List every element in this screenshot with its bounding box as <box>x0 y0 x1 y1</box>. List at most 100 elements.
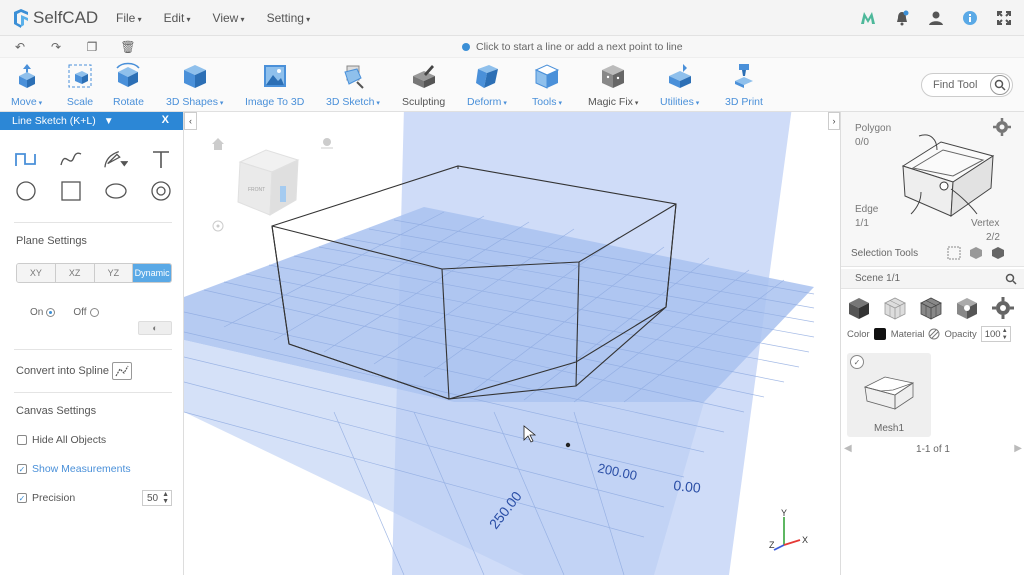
ring-icon[interactable] <box>149 180 173 202</box>
xray-view-icon[interactable] <box>955 296 979 320</box>
info-icon[interactable] <box>960 8 980 28</box>
collapse-right-panel-button[interactable]: › <box>828 112 840 130</box>
bezier-pen-icon[interactable] <box>104 148 128 170</box>
material-label: Material <box>890 328 925 340</box>
canvas-settings-heading: Canvas Settings <box>16 405 97 417</box>
check-icon[interactable]: ✓ <box>850 355 864 369</box>
object-select-icon[interactable] <box>991 246 1005 260</box>
rotate-tool-button[interactable]: Rotate <box>113 62 144 108</box>
checkbox-checked-icon[interactable]: ✓ <box>17 464 27 474</box>
notification-bell-icon[interactable] <box>892 8 912 28</box>
material-icon[interactable] <box>928 328 940 340</box>
utilities-tool-button[interactable]: Utilities <box>660 62 699 108</box>
history-icons: ↶ ↷ ❐ 🗑 <box>12 39 136 55</box>
off-radio[interactable]: Off <box>73 307 99 318</box>
selection-mode-area: Polygon 0/0 Edge 1/1 Vertex 2/2 <box>841 112 1024 267</box>
off-radio-icon[interactable] <box>89 307 99 317</box>
stepper-icon[interactable]: ▲ ▼ <box>1002 328 1008 342</box>
scene-search-icon[interactable] <box>1005 273 1017 285</box>
redo-icon[interactable]: ↷ <box>48 39 64 55</box>
plane-toggle-button[interactable]: ◐ <box>138 321 172 335</box>
menu-file[interactable]: File <box>116 11 142 25</box>
delete-icon[interactable]: 🗑 <box>120 39 136 55</box>
3d-viewport[interactable]: 200.00 0.00 250.00 FRONT Y X Z <box>184 112 840 575</box>
opacity-input[interactable]: 100 ▲ ▼ <box>980 326 1011 342</box>
image-icon <box>263 65 286 87</box>
checkbox-checked-icon[interactable]: ✓ <box>17 493 27 503</box>
sketch-icon <box>344 65 364 89</box>
3d-sketch-tool-button[interactable]: 3D Sketch <box>326 62 380 108</box>
menu-view[interactable]: View <box>213 11 245 25</box>
rotate-icon <box>116 62 141 87</box>
close-panel-button[interactable]: X <box>162 114 169 126</box>
sculpting-tool-button[interactable]: Sculpting <box>402 62 445 108</box>
paint-select-icon[interactable] <box>969 246 983 260</box>
move-tool-button[interactable]: Move <box>11 62 42 108</box>
utilities-icon <box>668 64 691 88</box>
image-to-3d-tool-button[interactable]: Image To 3D <box>245 62 304 108</box>
text-icon[interactable] <box>149 148 173 170</box>
find-tool-input[interactable]: Find Tool <box>921 73 1013 97</box>
stepper-icon[interactable]: ▲ ▼ <box>162 491 169 505</box>
menu-edit[interactable]: Edit <box>164 11 191 25</box>
convert-spline-button[interactable] <box>112 362 132 380</box>
deform-tool-button[interactable]: Deform <box>467 62 507 108</box>
rectangle-icon[interactable] <box>59 180 83 202</box>
mesh-card[interactable]: ✓ Mesh1 <box>847 353 931 437</box>
panel-header: Line Sketch (K+L) ▼ X <box>0 112 183 130</box>
polygon-count: 0/0 <box>855 137 869 148</box>
polyline-icon[interactable] <box>14 148 38 170</box>
wireframe-view-icon[interactable] <box>883 296 907 320</box>
plane-xz-button[interactable]: XZ <box>55 264 95 282</box>
plane-xy-button[interactable]: XY <box>17 264 56 282</box>
box-select-icon[interactable] <box>947 246 961 260</box>
scale-icon <box>68 64 92 88</box>
plane-dynamic-button[interactable]: Dynamic <box>133 264 171 282</box>
copy-icon[interactable]: ❐ <box>84 39 100 55</box>
print-icon <box>734 64 753 88</box>
precision-input[interactable]: 50 ▲ ▼ <box>142 490 172 506</box>
plane-yz-button[interactable]: YZ <box>94 264 134 282</box>
app-logo[interactable]: SelfCAD <box>12 8 102 28</box>
mesh-thumbnail <box>863 376 915 410</box>
panel-caret-icon[interactable]: ▼ <box>104 116 114 127</box>
checkbox-icon[interactable] <box>17 435 27 445</box>
menu-setting[interactable]: Setting <box>267 11 311 25</box>
on-radio-icon[interactable] <box>46 307 56 317</box>
light-icon <box>321 138 333 149</box>
curve-icon[interactable] <box>59 148 83 170</box>
3d-print-tool-button[interactable]: 3D Print <box>725 62 763 108</box>
color-swatch[interactable] <box>873 328 886 340</box>
divider <box>14 349 172 350</box>
precision-checkbox[interactable]: ✓ Precision <box>17 492 75 504</box>
ellipse-icon[interactable] <box>104 180 128 202</box>
edge-mode-label[interactable]: Edge <box>855 204 878 215</box>
m-logo-icon[interactable] <box>858 8 878 28</box>
rotate-tool-label: Rotate <box>113 96 144 108</box>
polygon-mode-label[interactable]: Polygon <box>855 123 891 134</box>
magic-fix-tool-button[interactable]: Magic Fix <box>588 62 638 108</box>
sketch-point <box>565 442 571 448</box>
scale-tool-button[interactable]: Scale <box>66 62 94 108</box>
object-settings-gear-icon[interactable] <box>991 296 1015 320</box>
vertex-count: 2/2 <box>986 232 1000 243</box>
circle-icon[interactable] <box>14 180 38 202</box>
solid-view-icon[interactable] <box>847 296 871 320</box>
axis-gizmo <box>773 517 801 551</box>
3d-shapes-tool-button[interactable]: 3D Shapes <box>166 62 223 108</box>
show-measurements-checkbox[interactable]: ✓ Show Measurements <box>17 463 131 475</box>
hide-all-objects-checkbox[interactable]: Hide All Objects <box>17 434 106 446</box>
fullscreen-icon[interactable] <box>994 8 1014 28</box>
utilities-tool-label: Utilities <box>660 96 699 108</box>
next-page-icon[interactable]: ▶ <box>1014 443 1022 454</box>
collapse-left-panel-button[interactable]: ‹ <box>184 112 197 130</box>
undo-icon[interactable]: ↶ <box>12 39 28 55</box>
viewport-canvas[interactable]: 200.00 0.00 250.00 FRONT Y X Z <box>184 112 840 575</box>
on-radio[interactable]: On <box>30 307 56 318</box>
divider <box>14 222 172 223</box>
tools-tool-button[interactable]: Tools <box>532 62 562 108</box>
search-icon[interactable] <box>990 75 1010 95</box>
top-right-icons <box>858 0 1014 36</box>
user-icon[interactable] <box>926 8 946 28</box>
solid-wire-view-icon[interactable] <box>919 296 943 320</box>
